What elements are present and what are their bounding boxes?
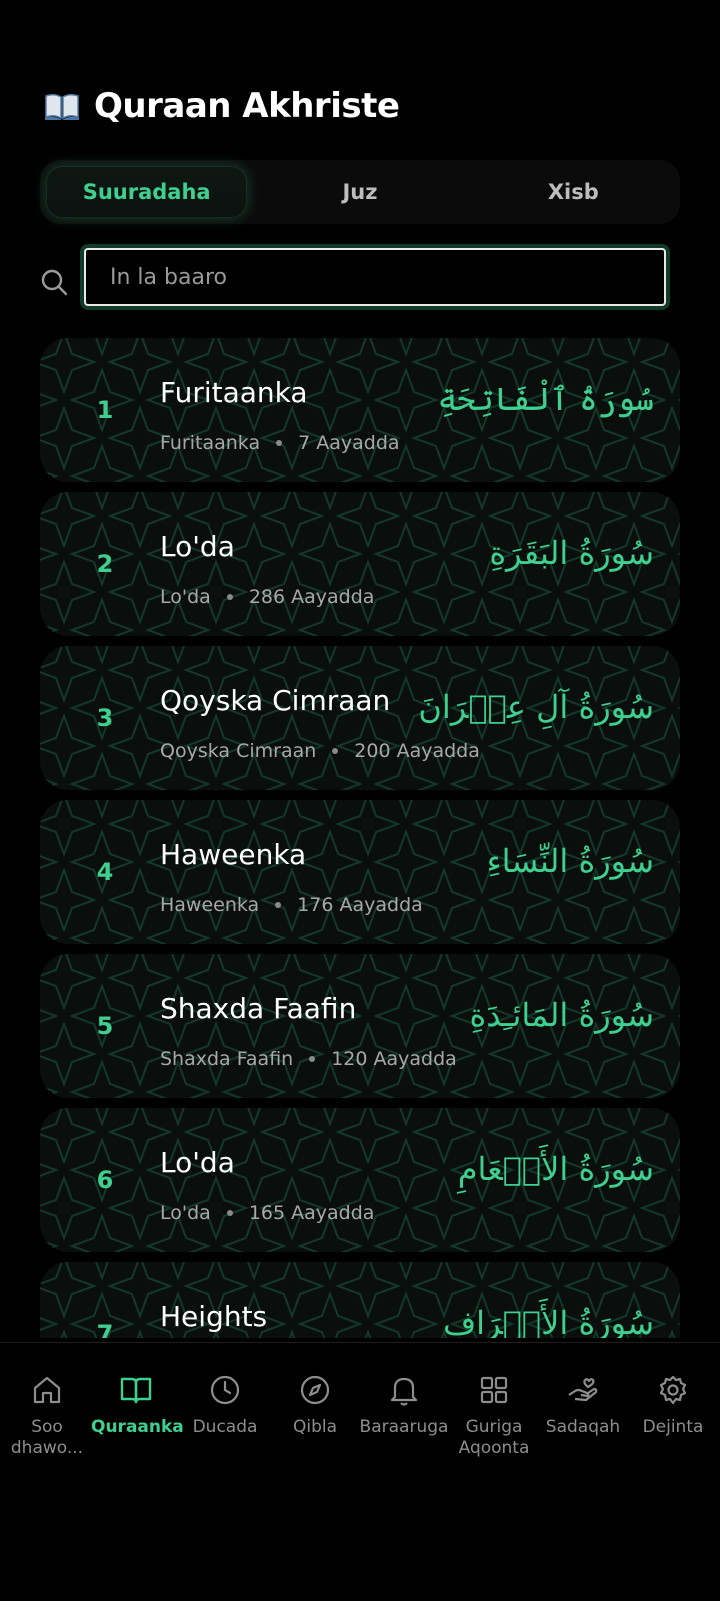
page-title: Quraan Akhriste: [94, 86, 400, 126]
home-icon: [33, 1376, 61, 1404]
surah-arabic-name: سُورَةُ آلِ عِمۡرَانَ: [418, 688, 654, 726]
surah-name: Haweenka: [160, 838, 307, 871]
surah-meta: Lo'da 165 Aayadda: [160, 1202, 374, 1224]
surah-number: 1: [96, 396, 114, 424]
surah-number: 5: [96, 1012, 114, 1040]
surah-subtitle: Lo'da: [160, 1202, 211, 1224]
surah-list[interactable]: 1 Furitaanka Furitaanka 7 Aayadda سُورَة…: [40, 338, 680, 1338]
nav-item-quraanka[interactable]: Quraanka: [91, 1373, 184, 1438]
surah-card[interactable]: 3 Qoyska Cimraan Qoyska Cimraan 200 Aaya…: [40, 646, 680, 790]
surah-meta: Furitaanka 7 Aayadda: [160, 432, 400, 454]
surah-arabic-name: سُورَةُ البَقَرَةِ: [489, 534, 654, 572]
surah-arabic-name: سُورَةُ الأَعۡرَافِ: [443, 1304, 654, 1338]
nav-item-ducada[interactable]: Ducada: [180, 1373, 270, 1438]
surah-card[interactable]: 2 Lo'da Lo'da 286 Aayadda سُورَةُ البَقَ…: [40, 492, 680, 636]
nav-item-sadaqah[interactable]: Sadaqah: [538, 1373, 628, 1438]
tab-xisb[interactable]: Xisb: [473, 166, 674, 218]
surah-name: Lo'da: [160, 530, 235, 563]
nav-label: Dejinta: [642, 1417, 704, 1437]
surah-card[interactable]: 6 Lo'da Lo'da 165 Aayadda سُورَةُ الأَنۡ…: [40, 1108, 680, 1252]
surah-name: Shaxda Faafin: [160, 992, 357, 1025]
nav-label: Sadaqah: [545, 1417, 621, 1437]
surah-subtitle: Lo'da: [160, 586, 211, 608]
surah-card[interactable]: 1 Furitaanka Furitaanka 7 Aayadda سُورَة…: [40, 338, 680, 482]
surah-arabic-name: سُورَةُ الأَنۡعَامِ: [457, 1150, 654, 1188]
nav-label: Soo dhawo...: [10, 1417, 84, 1458]
surah-ayah-count: 120 Aayadda: [331, 1048, 457, 1070]
surah-name: Qoyska Cimraan: [160, 684, 391, 717]
surah-meta: Lo'da 286 Aayadda: [160, 586, 374, 608]
search-bar: [40, 246, 684, 318]
separator-dot: [332, 748, 339, 754]
tab-suuradaha[interactable]: Suuradaha: [46, 166, 248, 218]
surah-arabic-name: سُورَةُ النِّسَاءِ: [486, 842, 654, 880]
nav-label: Baraaruga: [359, 1417, 449, 1437]
search-icon: [41, 269, 68, 296]
separator-dot: [226, 1210, 233, 1216]
surah-ayah-count: 7 Aayadda: [298, 432, 400, 454]
nav-label: Qibla: [292, 1417, 338, 1437]
surah-subtitle: Shaxda Faafin: [160, 1048, 294, 1070]
bottom-navigation: Soo dhawo... Quraanka Ducada Qibla Baraa…: [0, 1342, 720, 1601]
surah-meta: Qoyska Cimraan 200 Aayadda: [160, 740, 480, 762]
clock-icon: [210, 1375, 240, 1405]
grid-icon: [480, 1376, 508, 1404]
surah-meta: Haweenka 176 Aayadda: [160, 894, 423, 916]
bell-icon: [390, 1377, 418, 1406]
tab-bar: Suuradaha Juz Xisb: [40, 160, 680, 224]
surah-ayah-count: 200 Aayadda: [354, 740, 480, 762]
surah-number: 3: [96, 704, 114, 732]
nav-item-guriga-aqoonta[interactable]: Guriga Aqoonta: [449, 1373, 539, 1459]
nav-label: Quraanka: [91, 1417, 184, 1437]
nav-label: Ducada: [192, 1417, 258, 1437]
surah-subtitle: Furitaanka: [160, 432, 261, 454]
compass-icon: [300, 1375, 330, 1405]
surah-ayah-count: 176 Aayadda: [297, 894, 423, 916]
nav-item-dejinta[interactable]: Dejinta: [628, 1373, 718, 1438]
nav-item-baraaruga[interactable]: Baraaruga: [359, 1373, 449, 1438]
tab-juz[interactable]: Juz: [259, 166, 460, 218]
search-input[interactable]: [84, 248, 666, 306]
nav-item-home[interactable]: Soo dhawo...: [2, 1373, 92, 1459]
surah-name: Furitaanka: [160, 376, 308, 409]
surah-number: 6: [96, 1166, 114, 1194]
separator-dot: [226, 594, 233, 600]
surah-subtitle: Qoyska Cimraan: [160, 740, 317, 762]
surah-number: 4: [96, 858, 114, 886]
open-book-icon: [120, 1377, 152, 1404]
separator-dot: [276, 440, 283, 446]
surah-name: Heights: [160, 1300, 268, 1333]
separator-dot: [309, 1056, 316, 1062]
gear-icon: [659, 1375, 687, 1405]
separator-dot: [275, 902, 282, 908]
surah-meta: Shaxda Faafin 120 Aayadda: [160, 1048, 457, 1070]
surah-card[interactable]: 5 Shaxda Faafin Shaxda Faafin 120 Aayadd…: [40, 954, 680, 1098]
nav-label: Guriga Aqoonta: [458, 1417, 530, 1458]
nav-item-qibla[interactable]: Qibla: [270, 1373, 360, 1438]
surah-ayah-count: 286 Aayadda: [248, 586, 375, 608]
surah-name: Lo'da: [160, 1146, 235, 1179]
surah-arabic-name: سُورَةُ ٱلْفَاتِحَةِ: [437, 380, 654, 418]
page-header: Quraan Akhriste: [44, 86, 400, 126]
surah-subtitle: Haweenka: [160, 894, 260, 916]
hand-heart-icon: [568, 1378, 598, 1402]
surah-number: 7: [96, 1320, 114, 1338]
surah-card[interactable]: 7 Heights سُورَةُ الأَعۡرَافِ: [40, 1262, 680, 1338]
surah-ayah-count: 165 Aayadda: [248, 1202, 375, 1224]
open-book-icon: [45, 93, 79, 120]
surah-number: 2: [96, 550, 114, 578]
surah-card[interactable]: 4 Haweenka Haweenka 176 Aayadda سُورَةُ …: [40, 800, 680, 944]
surah-arabic-name: سُورَةُ المَائـِدَةِ: [469, 996, 654, 1034]
